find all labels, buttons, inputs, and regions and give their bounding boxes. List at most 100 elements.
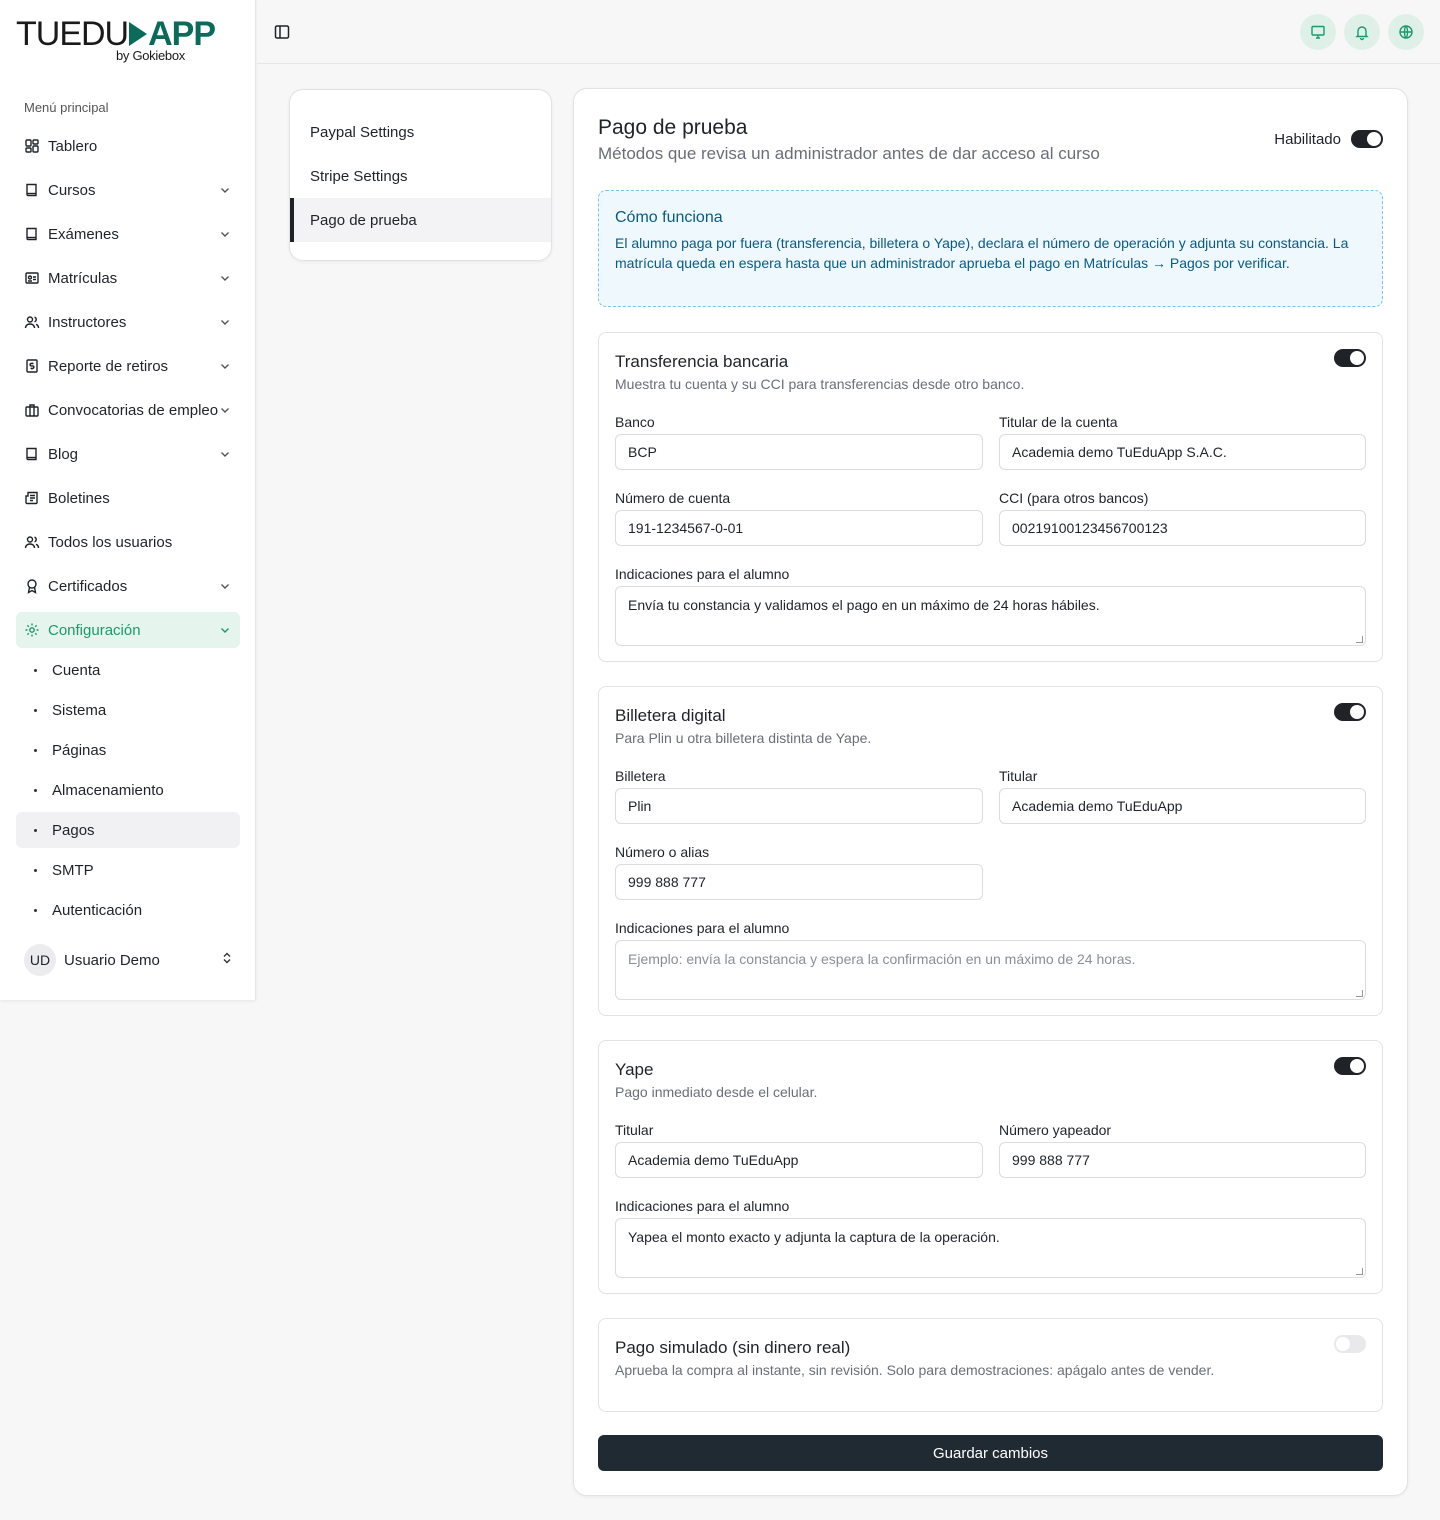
wallet-holder-input[interactable]: Academia demo TuEduApp (999, 788, 1366, 824)
topbar (257, 0, 1440, 64)
yape-notes-field: Indicaciones para el alumno Yapea el mon… (615, 1198, 1366, 1278)
sidebar-toggle-icon[interactable] (273, 23, 291, 41)
simulated-payment-section: Pago simulado (sin dinero real) Aprueba … (598, 1318, 1383, 1412)
bank-notes-field: Indicaciones para el alumno Envía tu con… (615, 566, 1366, 646)
section-subtitle: Para Plin u otra billetera distinta de Y… (615, 730, 872, 746)
sidebar-item-instructores[interactable]: Instructores (16, 304, 240, 340)
info-title: Cómo funciona (615, 209, 723, 226)
account-number-field: Número de cuenta 191-1234567-0-01 (615, 490, 983, 546)
nav-pago-de-prueba[interactable]: Pago de prueba (290, 198, 551, 242)
yape-holder-field: Titular Academia demo TuEduApp (615, 1122, 983, 1178)
user-menu[interactable]: UD Usuario Demo (24, 944, 234, 976)
field-label: CCI (para otros bancos) (999, 490, 1149, 506)
bank-transfer-switch[interactable] (1334, 349, 1366, 367)
submenu-label: Autenticación (52, 901, 143, 919)
chevron-down-icon (218, 271, 232, 285)
sidebar-item-label: Todos los usuarios (48, 533, 173, 551)
field-label: Número o alias (615, 844, 710, 860)
chevrons-up-down-icon (220, 951, 234, 969)
field-label: Indicaciones para el alumno (615, 920, 790, 936)
globe-icon[interactable] (1388, 14, 1424, 50)
simulated-payment-switch[interactable] (1334, 1335, 1366, 1353)
digital-wallet-switch[interactable] (1334, 703, 1366, 721)
sidebar-item-label: Tablero (48, 137, 98, 155)
sidebar-item-blog[interactable]: Blog (16, 436, 240, 472)
enabled-switch[interactable] (1351, 130, 1383, 148)
sidebar-item-cursos[interactable]: Cursos (16, 172, 240, 208)
bullet (34, 828, 37, 832)
submenu-item-cuenta[interactable]: Cuenta (16, 652, 240, 688)
newspaper-icon (24, 490, 40, 506)
submenu-label: Pagos (52, 821, 95, 839)
yape-notes-textarea[interactable]: Yapea el monto exacto y adjunta la captu… (615, 1218, 1366, 1278)
page-subtitle: Métodos que revisa un administrador ante… (598, 144, 1100, 163)
submenu-item-smtp[interactable]: SMTP (16, 852, 240, 888)
wallet-notes-textarea[interactable]: Ejemplo: envía la constancia y espera la… (615, 940, 1366, 1000)
gear-icon (24, 622, 40, 638)
nav-paypal-settings[interactable]: Paypal Settings (290, 110, 551, 154)
bank-transfer-section: Transferencia bancaria Muestra tu cuenta… (598, 332, 1383, 662)
section-title: Yape (615, 1060, 654, 1079)
sidebar-item-label: Boletines (48, 489, 110, 507)
submenu-item-almacenamiento[interactable]: Almacenamiento (16, 772, 240, 808)
monitor-icon[interactable] (1300, 14, 1336, 50)
chevron-down-icon (218, 315, 232, 329)
chevron-down-icon (218, 183, 232, 197)
yape-holder-input[interactable]: Academia demo TuEduApp (615, 1142, 983, 1178)
award-icon (24, 578, 40, 594)
payment-settings-card: Pago de prueba Métodos que revisa un adm… (573, 88, 1408, 1496)
submenu-item-autenticacion[interactable]: Autenticación (16, 892, 240, 928)
bullet (34, 908, 37, 912)
submenu-item-paginas[interactable]: Páginas (16, 732, 240, 768)
dashboard-icon (24, 138, 40, 154)
users-icon (24, 534, 40, 550)
wallet-number-input[interactable]: 999 888 777 (615, 864, 983, 900)
bell-icon[interactable] (1344, 14, 1380, 50)
field-label: Titular de la cuenta (999, 414, 1118, 430)
wallet-number-field: Número o alias 999 888 777 (615, 844, 983, 900)
section-subtitle: Muestra tu cuenta y su CCI para transfer… (615, 376, 1025, 392)
sidebar-item-todos-usuarios[interactable]: Todos los usuarios (16, 524, 240, 560)
field-label: Titular (615, 1122, 654, 1138)
sidebar-item-label: Convocatorias de empleo (48, 401, 219, 419)
cci-input[interactable]: 00219100123456700123 (999, 510, 1366, 546)
yape-switch[interactable] (1334, 1057, 1366, 1075)
account-number-input[interactable]: 191-1234567-0-01 (615, 510, 983, 546)
section-title: Pago simulado (sin dinero real) (615, 1338, 851, 1357)
book-icon (24, 182, 40, 198)
yape-number-input[interactable]: 999 888 777 (999, 1142, 1366, 1178)
sidebar-item-label: Configuración (48, 621, 141, 639)
book-icon (24, 226, 40, 242)
logo-sub: by Gokiebox (116, 48, 185, 63)
sidebar-item-boletines[interactable]: Boletines (16, 480, 240, 516)
page-title: Pago de prueba (598, 116, 748, 139)
field-label: Indicaciones para el alumno (615, 566, 790, 582)
section-title: Billetera digital (615, 706, 726, 725)
field-label: Banco (615, 414, 655, 430)
nav-stripe-settings[interactable]: Stripe Settings (290, 154, 551, 198)
wallet-field: Billetera Plin (615, 768, 983, 824)
wallet-input[interactable]: Plin (615, 788, 983, 824)
sidebar-item-tablero[interactable]: Tablero (16, 128, 240, 164)
submenu-item-pagos[interactable]: Pagos (16, 812, 240, 848)
sidebar-item-configuracion[interactable]: Configuración (16, 612, 240, 648)
sidebar-item-label: Certificados (48, 577, 128, 595)
sidebar-item-examenes[interactable]: Exámenes (16, 216, 240, 252)
play-icon (129, 22, 148, 47)
account-holder-field: Titular de la cuenta Academia demo TuEdu… (999, 414, 1366, 470)
bank-input[interactable]: BCP (615, 434, 983, 470)
account-holder-input[interactable]: Academia demo TuEduApp S.A.C. (999, 434, 1366, 470)
sidebar-item-convocatorias[interactable]: Convocatorias de empleo (16, 392, 240, 428)
section-subtitle: Aprueba la compra al instante, sin revis… (615, 1362, 1215, 1378)
logo[interactable]: TUEDU APP by Gokiebox (16, 16, 216, 68)
submenu-item-sistema[interactable]: Sistema (16, 692, 240, 728)
sidebar-item-certificados[interactable]: Certificados (16, 568, 240, 604)
sidebar-item-reporte-retiros[interactable]: Reporte de retiros (16, 348, 240, 384)
cci-field: CCI (para otros bancos) 0021910012345670… (999, 490, 1366, 546)
user-name: Usuario Demo (64, 951, 160, 969)
topbar-actions (1300, 14, 1424, 50)
bank-notes-textarea[interactable]: Envía tu constancia y validamos el pago … (615, 586, 1366, 646)
save-button[interactable]: Guardar cambios (598, 1435, 1383, 1471)
sidebar-item-matriculas[interactable]: Matrículas (16, 260, 240, 296)
bullet (34, 708, 37, 712)
